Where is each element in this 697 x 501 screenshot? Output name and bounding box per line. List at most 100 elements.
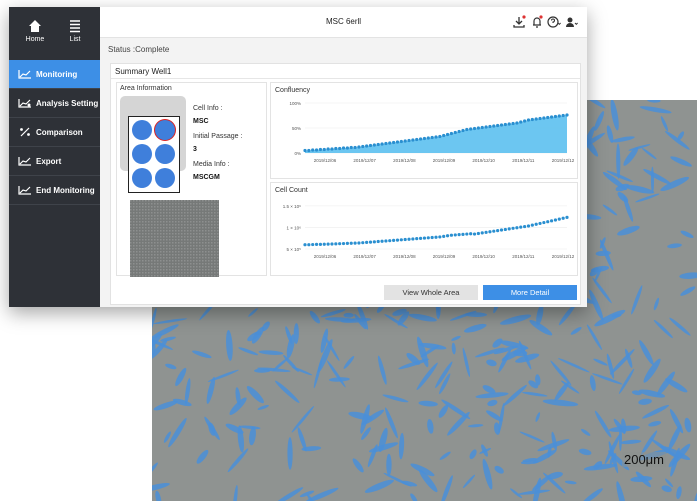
data-point: [480, 125, 484, 130]
area-information-title: Area Information: [120, 85, 172, 92]
data-point: [318, 147, 323, 152]
sidebar-item-label: End Monitoring: [36, 185, 95, 195]
data-point: [526, 224, 531, 228]
data-point: [461, 128, 465, 133]
home-button[interactable]: Home: [15, 19, 55, 43]
x-tick-label: 2019/12/10: [472, 158, 495, 163]
data-point: [361, 144, 365, 149]
sidebar-item-comparison[interactable]: Comparison: [9, 118, 100, 147]
data-point: [488, 124, 492, 129]
confluency-chart: Confluency 100% 50% 0% 2019/12/06 2019/12/07…: [270, 82, 578, 179]
data-point: [384, 141, 388, 146]
chart-export-icon: [18, 157, 31, 166]
sidebar-item-analysis-setting[interactable]: Analysis Setting: [9, 89, 100, 118]
x-tick-label: 2019/12/09: [433, 158, 456, 163]
data-point: [430, 135, 434, 140]
passage-label: Initial Passage :: [193, 133, 243, 140]
data-point: [453, 130, 457, 135]
data-point: [472, 232, 477, 236]
y-tick-label: 1 × 10⁶: [287, 225, 302, 230]
list-icon: [70, 20, 80, 33]
more-detail-button[interactable]: More Detail: [483, 285, 577, 300]
data-point: [341, 241, 346, 246]
data-point: [388, 141, 392, 145]
confluency-chart-svg: Confluency 100% 50% 0% 2019/12/06 2019/12/07…: [275, 87, 575, 163]
sidebar-item-label: Comparison: [36, 127, 83, 137]
x-tick-label: 2019/12/06: [314, 254, 337, 259]
y-tick-label: 5 × 10⁵: [286, 247, 301, 252]
data-point: [442, 234, 446, 238]
data-point: [465, 232, 469, 236]
cell-info-label: Cell Info :: [193, 105, 223, 112]
data-point: [438, 235, 442, 239]
data-point: [376, 239, 380, 244]
data-point: [519, 225, 523, 229]
download-icon[interactable]: [512, 15, 526, 29]
user-icon[interactable]: [565, 15, 579, 29]
data-point: [349, 145, 353, 150]
well-button[interactable]: [132, 168, 152, 188]
data-point: [388, 239, 392, 243]
bell-icon[interactable]: [530, 15, 544, 29]
data-point: [330, 147, 334, 151]
data-point: [530, 223, 534, 227]
data-point: [469, 127, 473, 131]
data-point: [542, 116, 546, 120]
list-button[interactable]: List: [55, 19, 95, 43]
cell-count-title: Cell Count: [275, 187, 308, 194]
cell-info-value: MSC: [193, 118, 209, 125]
data-point: [338, 146, 342, 151]
data-point: [326, 147, 330, 151]
data-point: [442, 133, 446, 138]
summary-title: Summary Well1: [115, 67, 172, 76]
sidebar-item-export[interactable]: Export: [9, 147, 100, 176]
media-label: Media Info :: [193, 161, 230, 168]
well-button[interactable]: [155, 144, 175, 164]
data-point: [538, 116, 542, 121]
data-point: [380, 239, 384, 243]
data-point: [461, 232, 465, 236]
data-point: [392, 238, 396, 242]
data-point: [395, 238, 400, 242]
data-point: [384, 239, 388, 243]
view-whole-area-button[interactable]: View Whole Area: [384, 285, 478, 300]
x-tick-label: 2019/12/08: [393, 158, 416, 163]
sidebar-item-end-monitoring[interactable]: End Monitoring: [9, 176, 100, 205]
data-point: [422, 136, 427, 141]
sidebar-item-monitoring[interactable]: Monitoring: [9, 60, 100, 89]
x-tick-label: 2019/12/11: [512, 254, 535, 259]
media-value: MSCGM: [193, 174, 220, 181]
cell-count-chart: Cell Count 1.5 × 10⁶ 1 × 10⁶ 5 × 10⁵ 2019/1…: [270, 182, 578, 276]
well-button[interactable]: [132, 120, 152, 140]
data-point: [565, 215, 569, 219]
scale-bar-label: 200μm: [621, 452, 666, 467]
data-point: [357, 241, 361, 245]
data-point: [492, 124, 496, 128]
data-point: [341, 146, 346, 150]
data-point: [534, 222, 538, 226]
data-point: [546, 115, 550, 120]
well-button[interactable]: [155, 168, 175, 188]
x-tick-label: 2019/12/09: [433, 254, 456, 259]
data-point: [449, 131, 454, 136]
data-point: [476, 126, 480, 130]
well-button[interactable]: [155, 120, 175, 140]
y-tick-label: 1.5 × 10⁶: [283, 204, 301, 209]
well-button[interactable]: [132, 144, 152, 164]
data-point: [407, 138, 411, 143]
sidebar-item-label: Export: [36, 156, 62, 166]
help-icon[interactable]: [547, 15, 561, 29]
microscope-thumbnail[interactable]: [130, 200, 219, 277]
data-point: [365, 144, 369, 148]
data-point: [407, 237, 411, 241]
data-point: [338, 242, 342, 246]
data-point: [303, 243, 307, 247]
data-point: [553, 218, 558, 222]
data-point: [361, 241, 365, 245]
x-tick-label: 2019/12/10: [472, 254, 495, 259]
data-point: [434, 135, 438, 139]
data-point: [523, 119, 527, 123]
x-tick-label: 2019/12/11: [512, 158, 535, 163]
y-tick-label: 0%: [294, 151, 301, 156]
summary-panel: Summary Well1 Area Information Cell Info…: [110, 63, 581, 305]
